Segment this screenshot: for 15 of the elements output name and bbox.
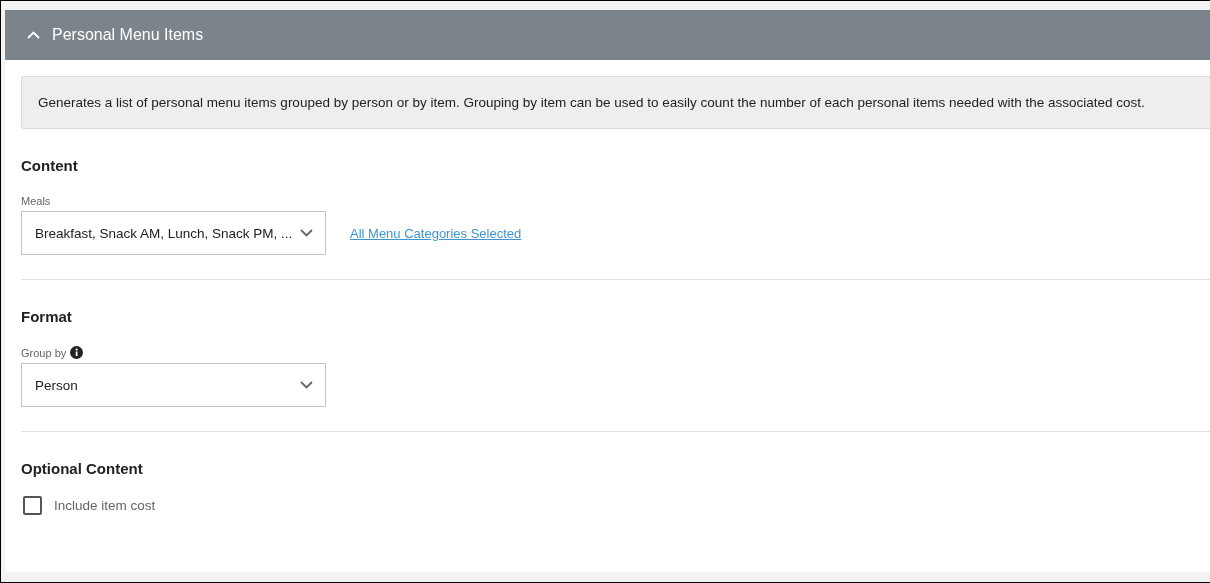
chevron-up-icon bbox=[27, 31, 40, 39]
section-heading: Optional Content bbox=[21, 460, 144, 477]
chevron-down-icon bbox=[300, 381, 313, 389]
field-label: Group by bbox=[21, 346, 67, 359]
dropdown-select[interactable]: Breakfast, Snack AM, Lunch, Snack PM, ... bbox=[21, 211, 326, 255]
section-heading: Format bbox=[21, 308, 73, 325]
description-text: Generates a list of personal menu items grouped by person or by item. Grouping by item can be used to easily count the number of each personal items needed with the associated cost. bbox=[21, 76, 1210, 129]
checkbox[interactable] bbox=[23, 496, 42, 515]
checkbox-label: Include item cost bbox=[54, 498, 156, 513]
section-heading: Content bbox=[21, 157, 79, 174]
field-label: Meals bbox=[21, 195, 51, 207]
chevron-down-icon bbox=[300, 229, 313, 237]
info-icon[interactable] bbox=[70, 346, 84, 359]
panel-header[interactable]: Personal Menu Items bbox=[5, 10, 1210, 60]
dropdown-select[interactable]: Person bbox=[21, 363, 326, 407]
